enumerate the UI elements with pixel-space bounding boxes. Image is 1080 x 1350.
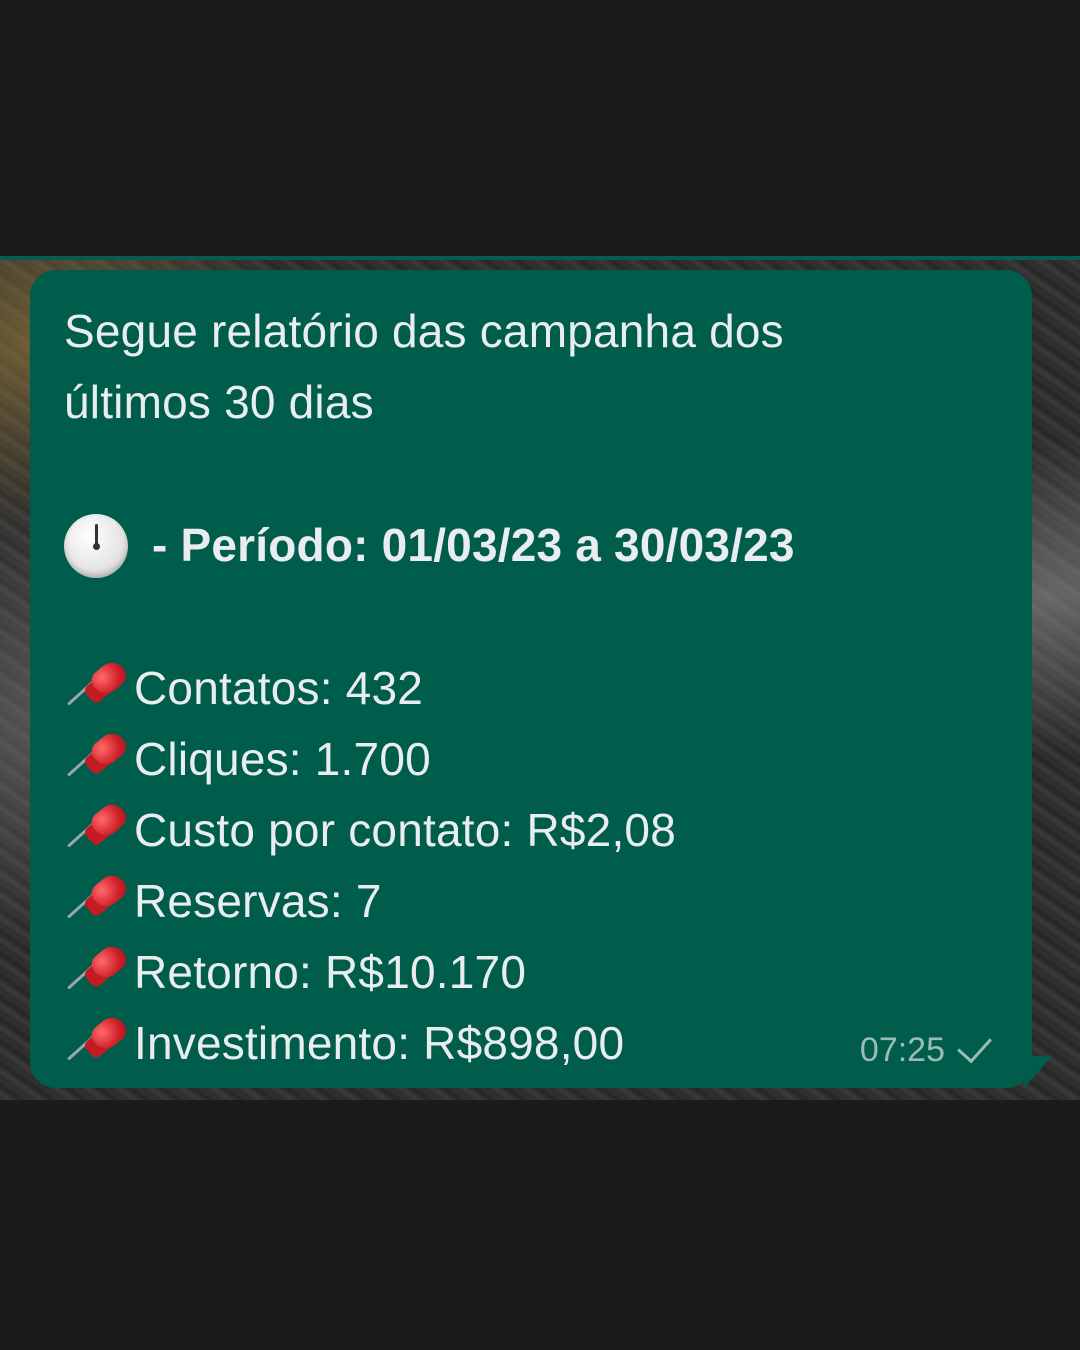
- message-bubble[interactable]: Segue relatório das campanha dos últimos…: [30, 270, 1032, 1088]
- pushpin-icon: [64, 798, 134, 863]
- bubble-tail: [1024, 1056, 1052, 1088]
- metric-item: Contatos: 432: [64, 653, 1002, 724]
- metric-retorno: Retorno: R$10.170: [134, 946, 527, 998]
- metrics-list: Contatos: 432 Cliques: 1.700 Custo por c…: [64, 653, 1002, 1079]
- metric-cliques: Cliques: 1.700: [134, 733, 431, 785]
- metric-reservas: Reservas: 7: [134, 875, 382, 927]
- metric-item: Reservas: 7: [64, 866, 1002, 937]
- clock-icon: [64, 513, 128, 578]
- period-line: - Período: 01/03/23 a 30/03/23: [64, 510, 1002, 581]
- metric-item: Cliques: 1.700: [64, 724, 1002, 795]
- pushpin-icon: [64, 656, 134, 721]
- period-text: - Período: 01/03/23 a 30/03/23: [152, 519, 795, 571]
- pushpin-icon: [64, 869, 134, 934]
- pushpin-icon: [64, 940, 134, 1005]
- message-intro-line-1: Segue relatório das campanha dos: [64, 305, 784, 357]
- screenshot-frame: Segue relatório das campanha dos últimos…: [0, 0, 1080, 1350]
- pushpin-icon: [64, 727, 134, 792]
- pushpin-icon: [64, 1011, 134, 1076]
- metric-investimento: Investimento: R$898,00: [134, 1017, 625, 1069]
- message-intro-line-2: últimos 30 dias: [64, 376, 374, 428]
- metric-item: Custo por contato: R$2,08: [64, 795, 1002, 866]
- metric-item: Retorno: R$10.170: [64, 937, 1002, 1008]
- message-meta: 07:25: [859, 1027, 992, 1070]
- checkmark-icon: [957, 1027, 992, 1064]
- metric-custo-por-contato: Custo por contato: R$2,08: [134, 804, 676, 856]
- message-time: 07:25: [859, 1031, 945, 1069]
- metric-contatos: Contatos: 432: [134, 662, 424, 714]
